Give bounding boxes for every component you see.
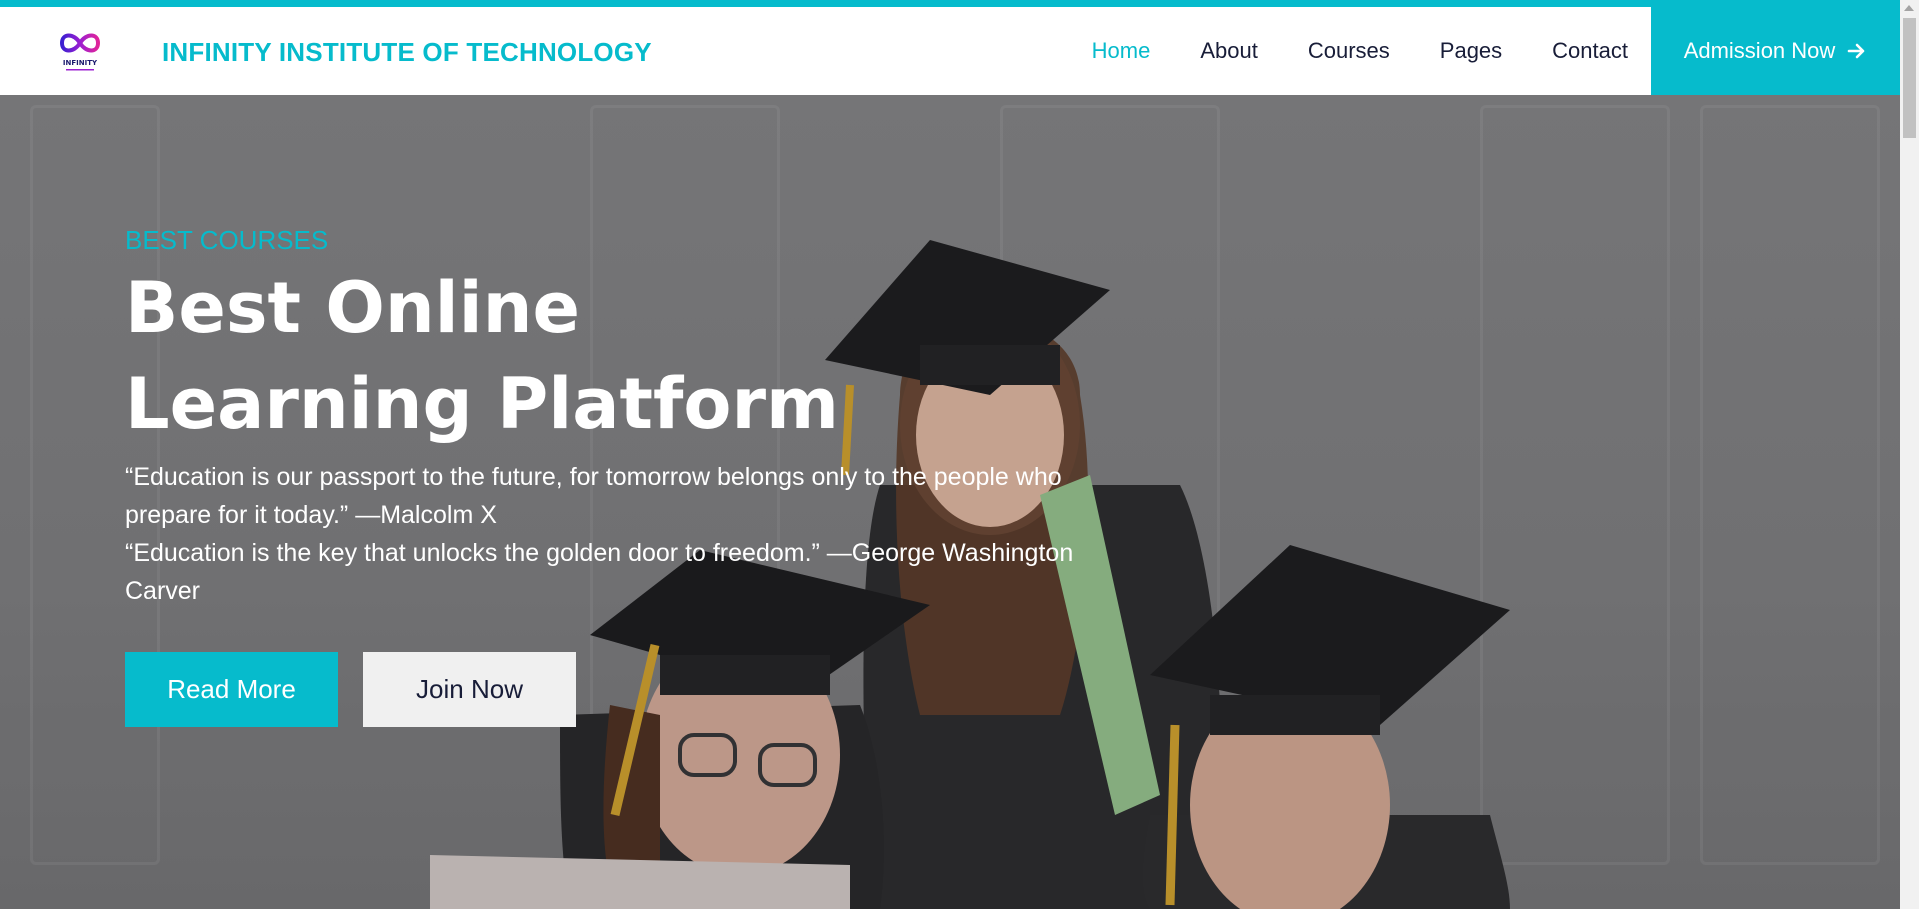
nav-link-home[interactable]: Home (1092, 38, 1151, 64)
hero-headline: Best Online Learning Platform (125, 267, 839, 445)
hero-section: BEST COURSES Best Online Learning Platfo… (0, 95, 1900, 909)
hero-buttons: Read More Join Now (125, 652, 1085, 727)
top-accent-strip (0, 0, 1900, 7)
read-more-button[interactable]: Read More (125, 652, 338, 727)
admission-now-label: Admission Now (1683, 38, 1836, 63)
hero-eyebrow: BEST COURSES (125, 225, 329, 255)
nav-link-about[interactable]: About (1200, 38, 1258, 64)
infinity-logo-icon: INFINITY (59, 33, 101, 71)
brand-logo[interactable]: INFINITY (52, 29, 108, 77)
main-nav: Home About Courses Pages Contact (1042, 7, 1628, 95)
scroll-up-arrow-icon[interactable] (1904, 5, 1914, 11)
hero-quote-1: “Education is our passport to the future… (125, 463, 1062, 529)
navbar: INFINITY INFINITY INSTITUTE OF TECHNOLOG… (0, 7, 1900, 95)
arrow-right-icon (1847, 41, 1867, 61)
admission-now-button[interactable]: Admission Now (1651, 7, 1900, 95)
brand-name[interactable]: INFINITY INSTITUTE OF TECHNOLOGY (162, 37, 652, 68)
page-scrollbar[interactable] (1900, 0, 1919, 909)
nav-link-courses[interactable]: Courses (1308, 38, 1390, 64)
nav-link-pages[interactable]: Pages (1440, 38, 1502, 64)
logo-text: INFINITY (63, 59, 98, 67)
hero-content: BEST COURSES Best Online Learning Platfo… (125, 225, 1085, 727)
join-now-button[interactable]: Join Now (363, 652, 576, 727)
hero-quote-2: “Education is the key that unlocks the g… (125, 539, 1074, 605)
scrollbar-thumb[interactable] (1903, 18, 1916, 138)
nav-link-contact[interactable]: Contact (1552, 38, 1628, 64)
